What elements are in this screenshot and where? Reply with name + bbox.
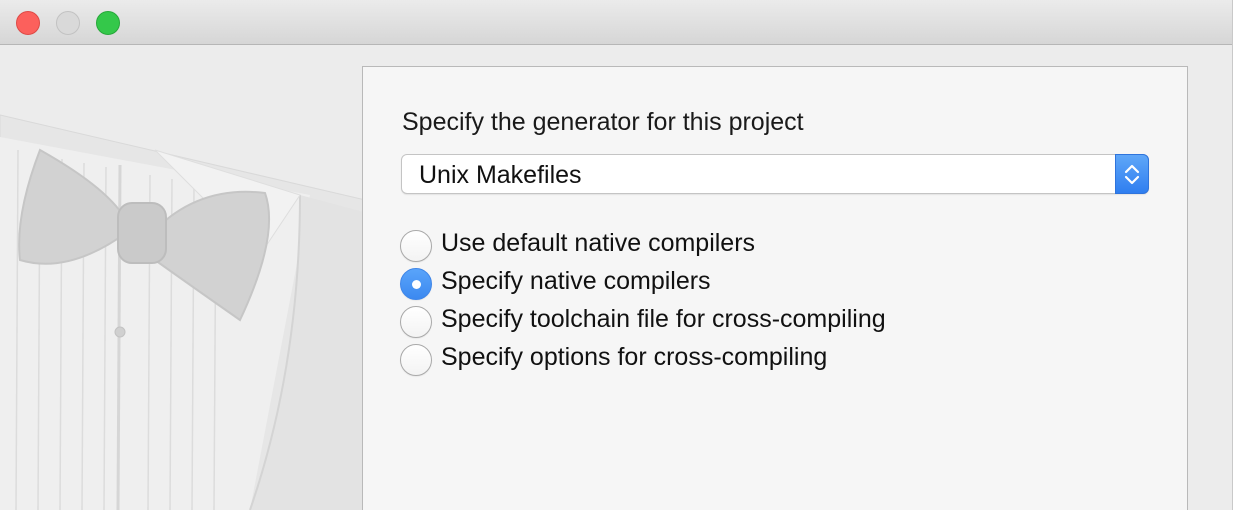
radio-label: Specify toolchain file for cross-compili… bbox=[441, 305, 886, 333]
generator-heading: Specify the generator for this project bbox=[402, 108, 804, 136]
radio-label: Specify native compilers bbox=[441, 267, 711, 295]
generator-select-value: Unix Makefiles bbox=[419, 161, 582, 189]
cmake-setup-window: Specify the generator for this project U… bbox=[0, 0, 1233, 510]
chevron-up-down-icon[interactable] bbox=[1115, 154, 1149, 194]
generator-options-panel: Specify the generator for this project U… bbox=[362, 66, 1188, 510]
title-bar bbox=[0, 0, 1232, 45]
radio-label: Specify options for cross-compiling bbox=[441, 343, 828, 371]
radio-button[interactable] bbox=[400, 230, 432, 262]
zoom-window-button[interactable] bbox=[96, 11, 120, 35]
radio-button[interactable] bbox=[400, 306, 432, 338]
close-window-button[interactable] bbox=[16, 11, 40, 35]
radio-button[interactable] bbox=[400, 344, 432, 376]
radio-button-selected[interactable] bbox=[400, 268, 432, 300]
minimize-window-button[interactable] bbox=[56, 11, 80, 35]
generator-select[interactable]: Unix Makefiles bbox=[401, 154, 1149, 194]
radio-label: Use default native compilers bbox=[441, 229, 756, 257]
